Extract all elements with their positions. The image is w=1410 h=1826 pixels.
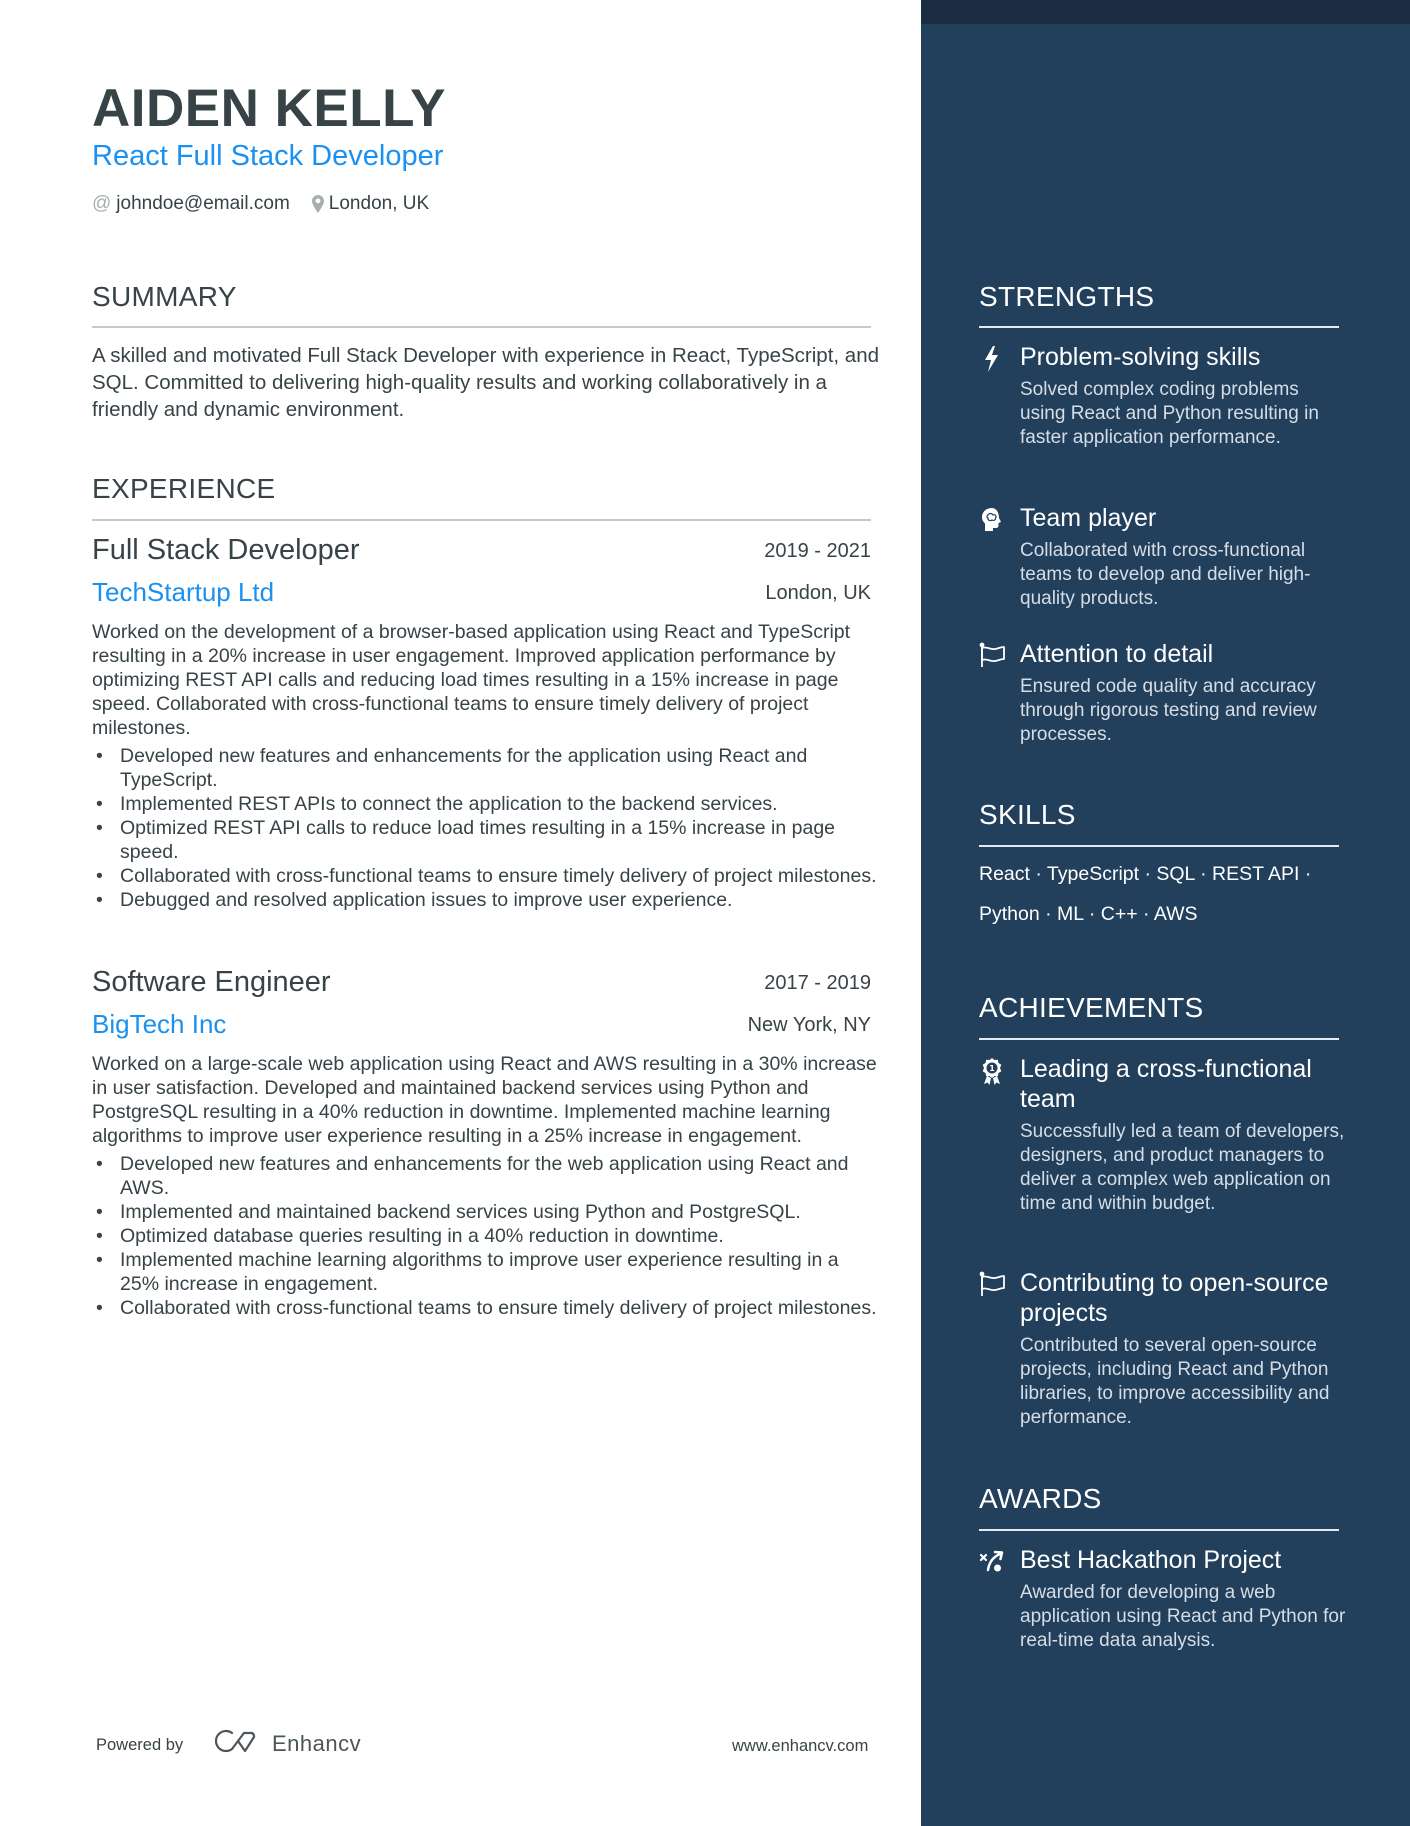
award-description: Awarded for developing a web application… — [1020, 1582, 1346, 1651]
contact-email[interactable]: @ johndoe@email.com — [92, 193, 290, 215]
job-bullet: Collaborated with cross-functional teams… — [92, 1296, 882, 1320]
job-title: Full Stack Developer — [92, 534, 360, 566]
job-entry: Full Stack Developer 2019 - 2021 TechSta… — [92, 534, 877, 912]
achievement-title: Leading a cross-functional team — [1020, 1055, 1312, 1113]
achievements-heading: ACHIEVEMENTS — [979, 992, 1204, 1023]
strength-description: Ensured code quality and accuracy throug… — [1020, 676, 1317, 745]
flag-icon — [979, 641, 1005, 671]
job-description: Worked on the development of a browser-b… — [92, 621, 851, 739]
job-dates: 2019 - 2021 — [764, 540, 871, 562]
main-column: AIDEN KELLY React Full Stack Developer @… — [0, 0, 921, 1826]
awards-heading: AWARDS — [979, 1483, 1102, 1514]
experience-heading: EXPERIENCE — [92, 473, 276, 504]
job-description: Worked on a large-scale web application … — [92, 1053, 877, 1147]
strengths-divider — [979, 326, 1339, 328]
job-entry: Software Engineer 2017 - 2019 BigTech In… — [92, 966, 877, 1320]
candidate-name: AIDEN KELLY — [92, 79, 446, 138]
achievement-title: Contributing to open-source projects — [1020, 1269, 1329, 1327]
strength-item: Team player Collaborated with cross-func… — [979, 503, 1349, 611]
job-bullet: Collaborated with cross-functional teams… — [92, 864, 882, 888]
strength-description: Solved complex coding problems using Rea… — [1020, 379, 1319, 448]
award-ribbon-icon: 1 — [979, 1056, 1005, 1086]
contact-row: @ johndoe@email.com London, UK — [92, 193, 451, 215]
strength-title: Attention to detail — [1020, 640, 1214, 668]
sidebar-top-strip — [921, 0, 1410, 24]
summary-text: A skilled and motivated Full Stack Devel… — [92, 344, 879, 421]
job-bullet: Implemented REST APIs to connect the app… — [92, 792, 882, 816]
strength-description: Collaborated with cross-functional teams… — [1020, 540, 1311, 609]
sidebar: STRENGTHS Problem-solving skills Solved … — [921, 0, 1410, 1826]
achievement-description: Successfully led a team of developers, d… — [1020, 1121, 1345, 1214]
achievements-divider — [979, 1038, 1339, 1040]
job-bullet: Implemented machine learning algorithms … — [92, 1248, 882, 1296]
strength-item: Attention to detail Ensured code quality… — [979, 639, 1349, 747]
awards-divider — [979, 1529, 1339, 1531]
achievement-item: Contributing to open-source projects Con… — [979, 1268, 1349, 1430]
experience-divider — [92, 519, 871, 521]
achievement-item: 1 Leading a cross-functional team Succes… — [979, 1054, 1349, 1216]
location-text: London, UK — [328, 193, 430, 214]
job-bullet: Developed new features and enhancements … — [92, 744, 882, 792]
enhancv-logo[interactable]: Enhancv — [214, 1728, 361, 1759]
summary-heading: SUMMARY — [92, 281, 237, 312]
strength-item: Problem-solving skills Solved complex co… — [979, 342, 1349, 450]
email-text: johndoe@email.com — [116, 193, 290, 214]
job-bullet: Optimized database queries resulting in … — [92, 1224, 882, 1248]
job-bullet: Developed new features and enhancements … — [92, 1152, 882, 1200]
award-item: Best Hackathon Project Awarded for devel… — [979, 1545, 1349, 1653]
job-location: London, UK — [765, 582, 871, 604]
skills-line: Python · ML · C++ · AWS — [979, 903, 1198, 925]
job-title: Software Engineer — [92, 966, 331, 998]
strategy-play-icon — [979, 1547, 1005, 1577]
job-location: New York, NY — [747, 1014, 871, 1036]
flag-icon — [979, 1270, 1005, 1300]
job-bullets: Developed new features and enhancements … — [92, 1152, 882, 1320]
candidate-role: React Full Stack Developer — [92, 140, 444, 172]
strength-title: Problem-solving skills — [1020, 343, 1261, 371]
at-icon: @ — [92, 193, 112, 214]
job-company: TechStartup Ltd — [92, 577, 275, 607]
head-brain-icon — [979, 505, 1005, 535]
powered-by-label: Powered by — [96, 1736, 184, 1754]
enhancv-logo-icon — [214, 1728, 262, 1759]
location-pin-icon — [311, 195, 324, 213]
job-bullet: Implemented and maintained backend servi… — [92, 1200, 882, 1224]
summary-divider — [92, 326, 871, 328]
strengths-heading: STRENGTHS — [979, 281, 1155, 312]
skills-list: React · TypeScript · SQL · REST API · Py… — [979, 854, 1349, 934]
job-bullet: Optimized REST API calls to reduce load … — [92, 816, 882, 864]
job-bullet: Debugged and resolved application issues… — [92, 888, 882, 912]
job-bullets: Developed new features and enhancements … — [92, 744, 882, 912]
enhancv-url[interactable]: www.enhancv.com — [732, 1737, 868, 1756]
skills-line: React · TypeScript · SQL · REST API · — [979, 863, 1312, 885]
achievement-description: Contributed to several open-source proje… — [1020, 1335, 1330, 1428]
skills-divider — [979, 845, 1339, 847]
skills-heading: SKILLS — [979, 799, 1076, 830]
svg-text:1: 1 — [989, 1064, 995, 1073]
strength-title: Team player — [1020, 504, 1157, 532]
lightning-bolt-icon — [979, 344, 1005, 374]
enhancv-brand: Enhancv — [272, 1730, 362, 1756]
award-title: Best Hackathon Project — [1020, 1546, 1282, 1574]
job-dates: 2017 - 2019 — [764, 972, 871, 994]
contact-location: London, UK — [311, 193, 430, 215]
